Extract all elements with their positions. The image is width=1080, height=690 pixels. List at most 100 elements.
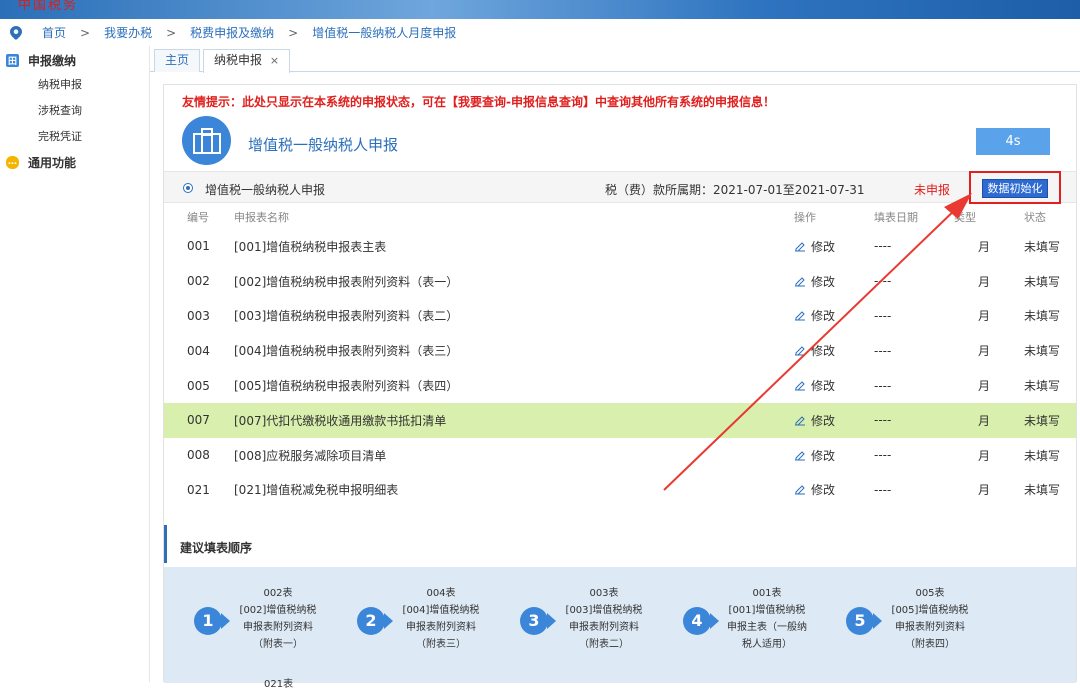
col-header-name: 申报表名称 (234, 211, 289, 224)
declaration-period: 税（费）款所属期：2021-07-01至2021-07-31 (605, 183, 865, 197)
edit-link[interactable]: 修改 (794, 264, 864, 299)
data-init-button[interactable]: 数据初始化 (982, 179, 1048, 198)
sidebar-group-declaration[interactable]: 田 申报缴纳 (0, 48, 149, 72)
row-name: [003]增值税纳税申报表附列资料（表二） (234, 309, 459, 324)
breadcrumb-separator: > (80, 25, 91, 40)
pencil-icon (795, 381, 805, 391)
step-code: 003表 (589, 588, 619, 599)
flow-step[interactable]: 4 001表 [001]增值税纳税 申报主表（一般纳 税人适用） (683, 585, 843, 665)
init-highlight-box: 数据初始化 (969, 171, 1061, 204)
col-header-date: 填表日期 (874, 211, 918, 224)
row-name: [005]增值税纳税申报表附列资料（表四） (234, 379, 459, 394)
step-desc-line: （附表二） (579, 639, 629, 650)
tab-tax-declaration[interactable]: 纳税申报 × (203, 49, 291, 73)
step-text: 005表 [005]增值税纳税 申报表附列资料 （附表四） (884, 585, 976, 653)
row-type: 月 (954, 402, 1014, 438)
edit-label: 修改 (811, 448, 836, 463)
row-status: 未填写 (1024, 274, 1061, 289)
main-panel: 友情提示：此处只显示在本系统的申报状态，可在【我要查询-申报信息查询】中查询其他… (163, 84, 1077, 690)
step-arrow-icon (873, 613, 882, 629)
edit-label: 修改 (811, 239, 836, 254)
step-desc-line: [001]增值税纳税 (728, 605, 806, 616)
table-row[interactable]: 001 [001]增值税纳税申报表主表 修改 ---- 月 未填写 (164, 229, 1076, 264)
step-desc-line: 申报主表（一般纳 (727, 622, 807, 633)
step-arrow-icon (710, 613, 719, 629)
step-number: 5 (846, 607, 874, 635)
step-code: 002表 (263, 588, 293, 599)
row-name: [007]代扣代缴税收通用缴款书抵扣清单 (234, 402, 794, 438)
edit-label: 修改 (811, 483, 836, 498)
flow-step[interactable]: 3 003表 [003]增值税纳税 申报表附列资料 （附表二） (520, 585, 680, 665)
pencil-icon (795, 450, 805, 461)
row-no: 007 (164, 402, 234, 438)
row-date: ---- (874, 482, 892, 497)
edit-link[interactable]: 修改 (794, 402, 864, 438)
edit-label: 修改 (811, 379, 836, 394)
row-type: 月 (977, 379, 990, 394)
notice-text: 友情提示：此处只显示在本系统的申报状态，可在【我要查询-申报信息查询】中查询其他… (182, 95, 775, 109)
step-text: 003表 [003]增值税纳税 申报表附列资料 （附表二） (558, 585, 650, 653)
tab-bar: 主页 纳税申报 × (150, 46, 1080, 73)
sidebar: 田 申报缴纳 纳税申报 涉税查询 完税凭证 … 通用功能 (0, 46, 150, 682)
edit-link[interactable]: 修改 (794, 473, 864, 508)
row-type: 月 (977, 483, 990, 498)
table-row[interactable]: 005 [005]增值税纳税申报表附列资料（表四） 修改 ---- 月 未填写 (164, 368, 1076, 403)
row-status: 未填写 (1014, 402, 1076, 438)
edit-link[interactable]: 修改 (794, 229, 864, 264)
table-row[interactable]: 021 [021]增值税减免税申报明细表 修改 ---- 月 未填写 (164, 473, 1076, 508)
pencil-icon (795, 485, 805, 495)
site-logo: 中国税务 (18, 0, 79, 13)
flow-step[interactable]: 2 004表 [004]增值税纳税 申报表附列资料 （附表三） (357, 585, 517, 665)
edit-link[interactable]: 修改 (794, 299, 864, 334)
edit-link[interactable]: 修改 (794, 333, 864, 368)
breadcrumb-current[interactable]: 增值税一般纳税人月度申报 (312, 24, 456, 41)
step-number: 4 (683, 607, 711, 635)
step-desc-line: 申报表附列资料 (569, 622, 639, 633)
step-desc-line: （附表一） (253, 639, 303, 650)
countdown-timer: 4s (976, 128, 1050, 155)
step-desc-line: （附表四） (905, 639, 955, 650)
table-row[interactable]: 008 [008]应税服务减除项目清单 修改 ---- 月 未填写 (164, 438, 1076, 473)
table-row[interactable]: 004 [004]增值税纳税申报表附列资料（表三） 修改 ---- 月 未填写 (164, 333, 1076, 368)
flow-step[interactable]: 1 002表 [002]增值税纳税 申报表附列资料 （附表一） (194, 585, 354, 665)
row-type: 月 (977, 274, 990, 289)
step-desc-line: [005]增值税纳税 (891, 605, 969, 616)
close-icon[interactable]: × (270, 54, 279, 67)
row-no: 002 (187, 274, 210, 289)
row-date: ---- (874, 448, 892, 463)
breadcrumb-declaration[interactable]: 税费申报及缴纳 (190, 24, 274, 41)
pencil-icon (795, 346, 805, 356)
sidebar-item-tax-query[interactable]: 涉税查询 (0, 98, 149, 124)
col-header-type: 类型 (954, 211, 976, 224)
sidebar-group-common[interactable]: … 通用功能 (0, 150, 149, 174)
breadcrumb-tax[interactable]: 我要办税 (104, 24, 152, 41)
edit-label: 修改 (811, 309, 836, 324)
table-row[interactable]: 002 [002]增值税纳税申报表附列资料（表一） 修改 ---- 月 未填写 (164, 264, 1076, 299)
table-row[interactable]: 003 [003]增值税纳税申报表附列资料（表二） 修改 ---- 月 未填写 (164, 299, 1076, 334)
step-desc-line: 申报表附列资料 (406, 622, 476, 633)
step-code: 004表 (426, 588, 456, 599)
tab-home[interactable]: 主页 (154, 49, 201, 72)
sidebar-item-tax-declaration[interactable]: 纳税申报 (0, 72, 149, 98)
row-date: ---- (874, 343, 892, 358)
row-status: 未填写 (1024, 448, 1061, 463)
breadcrumb-home[interactable]: 首页 (42, 24, 66, 41)
section-accent-bar (164, 525, 167, 563)
step-number: 2 (357, 607, 385, 635)
declaration-table: 编号 申报表名称 操作 填表日期 类型 状态 001 [001]增值税纳税申报表… (164, 205, 1076, 507)
declaration-radio[interactable] (183, 183, 193, 193)
row-name: [021]增值税减免税申报明细表 (234, 483, 399, 498)
table-row-highlighted[interactable]: 007 [007]代扣代缴税收通用缴款书抵扣清单 修改 ---- 月 未填写 (164, 402, 1076, 438)
row-date: ---- (874, 378, 892, 393)
flow-step[interactable]: 5 005表 [005]增值税纳税 申报表附列资料 （附表四） (846, 585, 1006, 665)
row-type: 月 (977, 239, 990, 254)
table-header-row: 编号 申报表名称 操作 填表日期 类型 状态 (164, 205, 1076, 229)
edit-link[interactable]: 修改 (794, 368, 864, 403)
step-arrow-icon (384, 613, 393, 629)
step-text: 004表 [004]增值税纳税 申报表附列资料 （附表三） (395, 585, 487, 653)
pencil-icon (795, 242, 805, 252)
step-number: 1 (194, 607, 222, 635)
sidebar-item-tax-certificate[interactable]: 完税凭证 (0, 124, 149, 150)
sidebar-group-label: 申报缴纳 (28, 53, 77, 68)
edit-link[interactable]: 修改 (794, 438, 864, 473)
